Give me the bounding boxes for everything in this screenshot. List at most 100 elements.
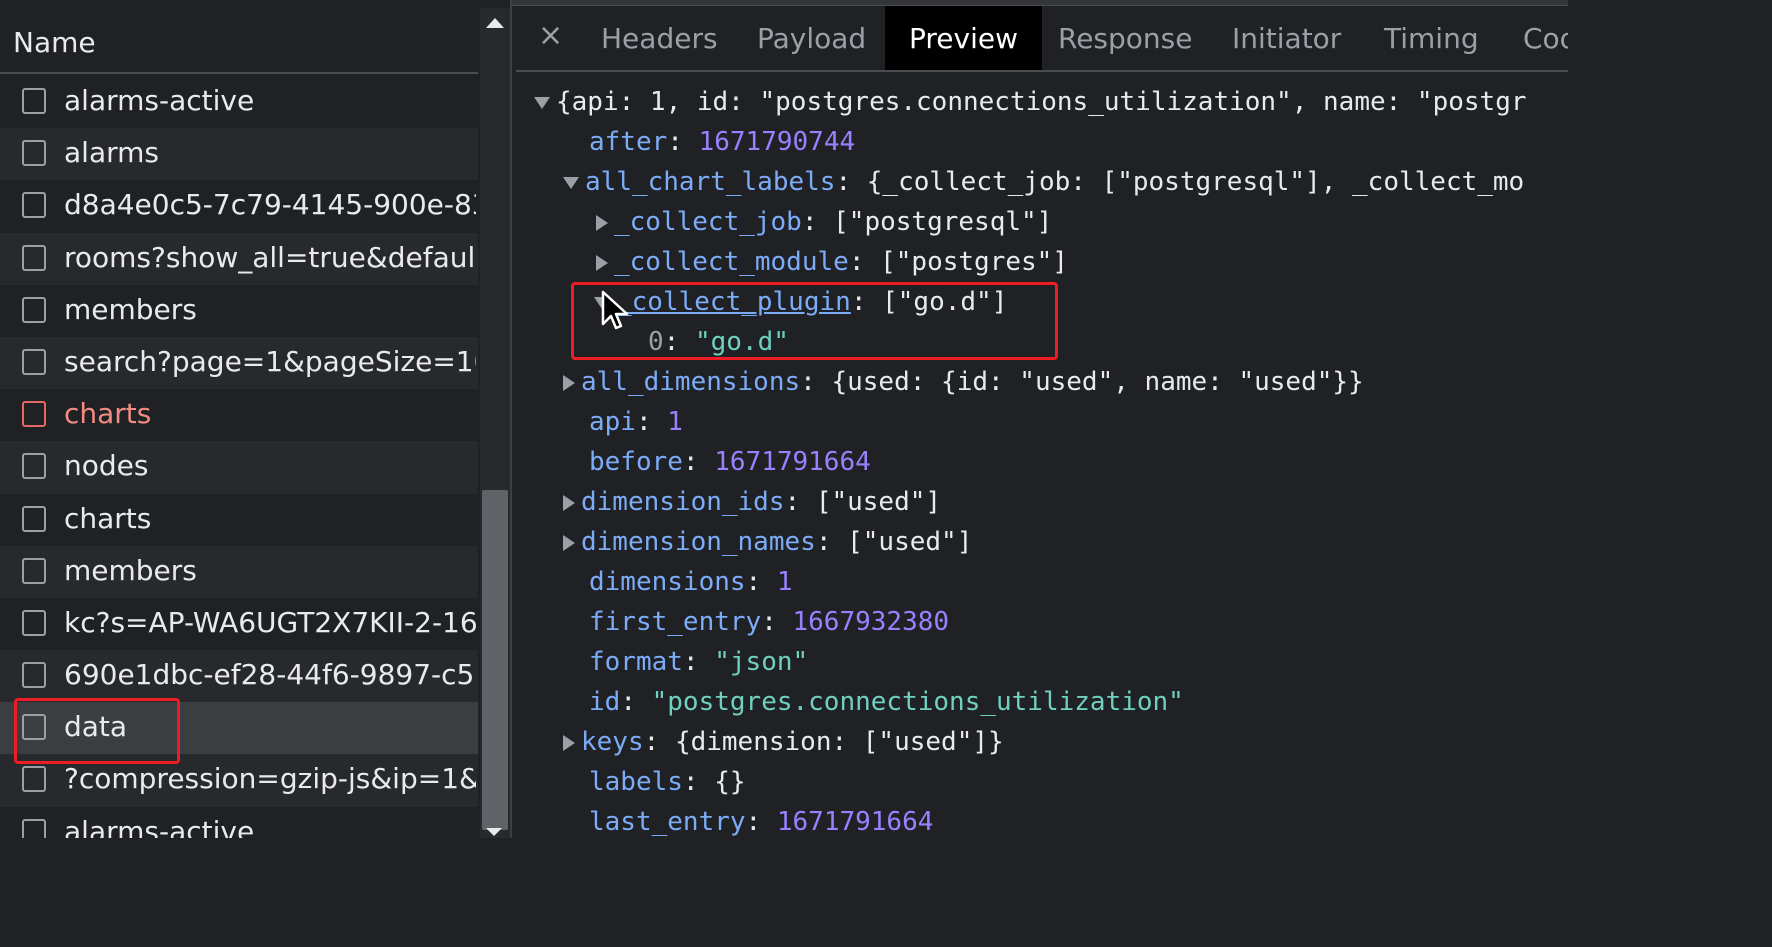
- row-checkbox[interactable]: [22, 505, 46, 532]
- row-checkbox[interactable]: [22, 818, 46, 838]
- json-key: id: [589, 687, 621, 717]
- json-prop-collect-module[interactable]: _collect_module: ["postgres"]: [596, 242, 1068, 282]
- request-row[interactable]: charts: [0, 493, 478, 546]
- request-row-selected[interactable]: data: [0, 702, 478, 755]
- scroll-up-arrow-icon[interactable]: [486, 18, 504, 28]
- request-row[interactable]: kc?s=AP-WA6UGT2X7KII-2-167: [0, 597, 478, 651]
- json-object-summary: {_collect_job: ["postgresql"], _collect_…: [866, 167, 1525, 197]
- row-checkbox[interactable]: [22, 140, 46, 167]
- json-prop-collect-plugin[interactable]: _collect_plugin: ["go.d"]: [594, 282, 1007, 322]
- request-row[interactable]: members: [0, 545, 478, 598]
- request-name: charts: [64, 397, 152, 431]
- json-prop-dimension-names[interactable]: dimension_names: ["used"]: [563, 522, 972, 562]
- json-key: all_chart_labels: [585, 167, 836, 197]
- request-row[interactable]: alarms-active: [0, 806, 478, 838]
- json-array-summary: ["used"]: [815, 487, 942, 517]
- request-name: ?compression=gzip-js&ip=1&_: [64, 762, 476, 796]
- request-list-pane: Name alarms-active alarms d8a4e0c5-7c79-…: [0, 0, 512, 838]
- json-array-summary: ["postgresql"]: [833, 207, 1053, 237]
- json-prop-before: before: 1671791664: [589, 447, 871, 477]
- row-checkbox[interactable]: [22, 662, 46, 689]
- request-name: rooms?show_all=true&default..: [64, 240, 476, 274]
- tab-timing[interactable]: Timing: [1384, 6, 1479, 70]
- collapsed-triangle-icon[interactable]: [563, 494, 575, 511]
- row-checkbox[interactable]: [22, 714, 46, 741]
- json-preview-tree: {api: 1, id: "postgres.connections_utili…: [516, 74, 1568, 838]
- request-name: charts: [64, 501, 152, 535]
- collapsed-triangle-icon[interactable]: [563, 734, 575, 751]
- json-string-value: "json": [714, 647, 809, 677]
- row-checkbox[interactable]: [22, 192, 46, 219]
- request-name: 690e1dbc-ef28-44f6-9897-c50..: [64, 658, 476, 692]
- row-checkbox[interactable]: [22, 88, 46, 114]
- json-prop-collect-job[interactable]: _collect_job: ["postgresql"]: [596, 202, 1052, 242]
- request-row[interactable]: 690e1dbc-ef28-44f6-9897-c50..: [0, 650, 478, 703]
- json-number-value: 1667932380: [792, 607, 950, 637]
- row-checkbox[interactable]: [22, 348, 46, 375]
- request-name: members: [64, 292, 197, 326]
- json-prop-id: id: "postgres.connections_utilization": [589, 687, 1184, 717]
- row-checkbox[interactable]: [22, 766, 46, 793]
- tab-initiator[interactable]: Initiator: [1232, 6, 1341, 70]
- request-name: alarms-active: [64, 814, 255, 838]
- expanded-triangle-icon[interactable]: [534, 96, 550, 109]
- collapsed-triangle-icon[interactable]: [563, 534, 575, 551]
- json-key: format: [589, 647, 683, 677]
- json-prop-all-dimensions[interactable]: all_dimensions: {used: {id: "used", name…: [563, 362, 1364, 402]
- tab-response[interactable]: Response: [1058, 6, 1192, 70]
- tab-payload[interactable]: Payload: [757, 6, 866, 70]
- row-checkbox[interactable]: [22, 296, 46, 323]
- request-row-error[interactable]: charts: [0, 389, 478, 442]
- request-name: data: [64, 710, 128, 744]
- json-key: keys: [581, 727, 644, 757]
- request-row[interactable]: alarms: [0, 128, 478, 181]
- request-row[interactable]: rooms?show_all=true&default..: [0, 232, 478, 285]
- row-checkbox[interactable]: [22, 609, 46, 636]
- tab-preview[interactable]: Preview: [885, 6, 1042, 70]
- name-column-header[interactable]: Name: [0, 8, 478, 74]
- request-row[interactable]: d8a4e0c5-7c79-4145-900e-83a: [0, 180, 478, 233]
- json-prop-first-entry: first_entry: 1667932380: [589, 607, 950, 637]
- json-key: labels: [589, 767, 683, 797]
- row-checkbox[interactable]: [22, 244, 46, 271]
- json-root-node[interactable]: {api: 1, id: "postgres.connections_utili…: [534, 82, 1527, 122]
- json-array-summary: ["used"]: [847, 527, 973, 557]
- json-key: _collect_plugin: [616, 287, 851, 317]
- json-number-value: 1: [667, 407, 683, 437]
- request-row[interactable]: ?compression=gzip-js&ip=1&_: [0, 754, 478, 807]
- json-prop-all-chart-labels[interactable]: all_chart_labels: {_collect_job: ["postg…: [563, 162, 1524, 202]
- collapsed-triangle-icon[interactable]: [563, 374, 575, 391]
- json-key: dimension_ids: [581, 487, 785, 517]
- json-string-value: "postgres.connections_utilization": [651, 687, 1184, 717]
- tab-headers[interactable]: Headers: [601, 6, 718, 70]
- request-row[interactable]: members: [0, 284, 478, 337]
- details-tabbar: × Headers Payload Preview Response Initi…: [516, 6, 1568, 72]
- json-key: first_entry: [589, 607, 762, 637]
- json-array-summary: ["go.d"]: [882, 287, 1008, 317]
- request-row[interactable]: search?page=1&pageSize=100: [0, 336, 478, 390]
- json-prop-dimension-ids[interactable]: dimension_ids: ["used"]: [563, 482, 941, 522]
- close-icon[interactable]: ×: [538, 18, 563, 53]
- tab-cookies[interactable]: Coo: [1523, 6, 1568, 70]
- json-object-summary: {}: [714, 767, 746, 797]
- json-prop-after: after: 1671790744: [589, 127, 856, 157]
- request-name: nodes: [64, 449, 149, 483]
- request-row[interactable]: nodes: [0, 441, 478, 494]
- collapsed-triangle-icon[interactable]: [596, 254, 608, 271]
- json-prop-keys[interactable]: keys: {dimension: ["used"]}: [563, 722, 1004, 762]
- json-number-value: 1671791664: [714, 447, 871, 477]
- json-object-summary: {used: {id: "used", name: "used"}}: [831, 367, 1364, 397]
- json-key: api: [589, 407, 636, 437]
- row-checkbox[interactable]: [22, 453, 46, 480]
- json-prop-labels: labels: {}: [589, 767, 746, 797]
- json-array-summary: ["postgres"]: [880, 247, 1068, 277]
- expanded-triangle-icon[interactable]: [563, 176, 579, 189]
- collapsed-triangle-icon[interactable]: [596, 214, 608, 231]
- scroll-down-arrow-icon[interactable]: [486, 828, 502, 836]
- scrollbar-thumb[interactable]: [482, 490, 508, 830]
- row-checkbox[interactable]: [22, 401, 46, 428]
- row-checkbox[interactable]: [22, 557, 46, 584]
- json-key: dimensions: [589, 567, 746, 597]
- request-row[interactable]: alarms-active: [0, 76, 478, 129]
- json-key: _collect_job: [614, 207, 802, 237]
